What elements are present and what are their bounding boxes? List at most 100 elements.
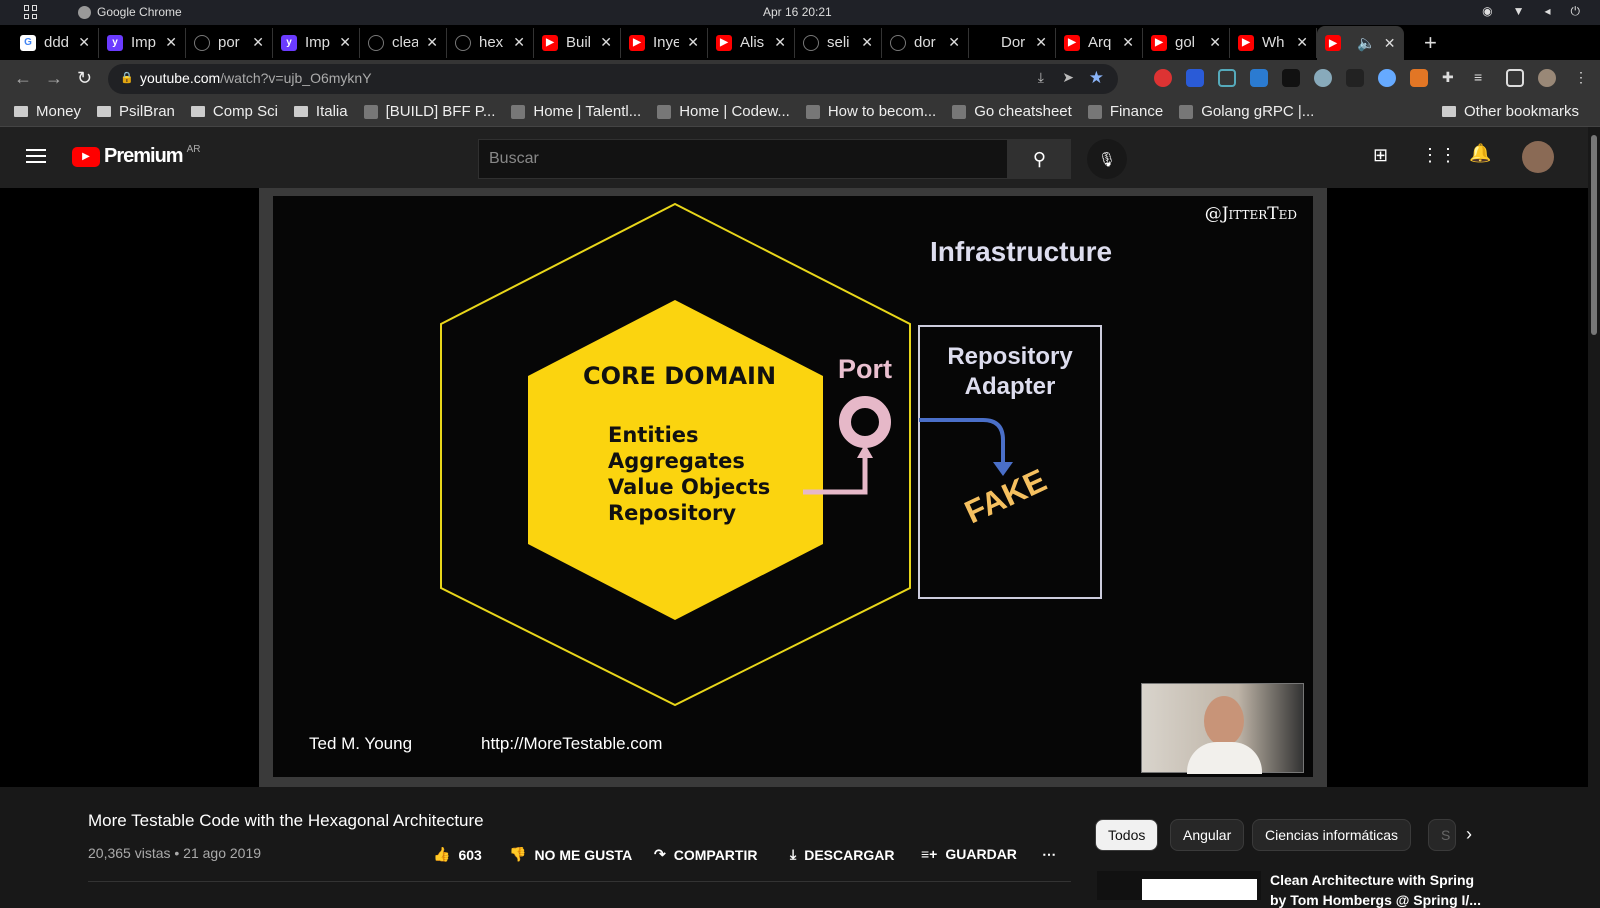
bookmark[interactable]: Golang gRPC |... <box>1179 103 1314 120</box>
menu-kebab-icon[interactable]: ⋮ <box>1574 69 1592 87</box>
like-button[interactable]: 👍 603 <box>433 846 482 863</box>
close-tab-icon[interactable]: ✕ <box>948 34 960 51</box>
browser-tab[interactable]: por ✕ <box>186 27 273 58</box>
browser-tab[interactable]: hex ✕ <box>447 27 534 58</box>
recommended-thumbnail[interactable] <box>1097 871 1261 900</box>
bookmark[interactable]: Go cheatsheet <box>952 103 1072 120</box>
browser-tab[interactable]: Dor ✕ <box>969 27 1056 58</box>
bookmark[interactable]: Comp Sci <box>190 103 278 120</box>
send-icon[interactable]: ➤ <box>1062 69 1074 86</box>
bookmark[interactable]: PsilBran <box>97 103 175 120</box>
more-actions-button[interactable]: ⋯ <box>1042 846 1056 863</box>
bookmark[interactable]: How to becom... <box>805 103 936 120</box>
other-bookmarks[interactable]: Other bookmarks <box>1442 103 1579 120</box>
adblock-extension-icon[interactable] <box>1154 69 1172 87</box>
tab-title: ddd <box>44 34 70 51</box>
new-tab-button[interactable]: + <box>1424 30 1437 56</box>
forward-icon[interactable]: → <box>45 68 63 89</box>
chip-partial[interactable]: S <box>1428 819 1456 851</box>
voice-search-button[interactable]: 🎙 <box>1087 139 1127 179</box>
page-scrollbar[interactable] <box>1588 127 1600 900</box>
share-button[interactable]: ↷ COMPARTIR <box>654 846 757 863</box>
close-tab-icon[interactable]: ✕ <box>426 34 438 51</box>
speaker-icon[interactable]: 🔈 <box>1357 34 1376 52</box>
browser-tab[interactable]: seli ✕ <box>795 27 882 58</box>
bookmark[interactable]: Finance <box>1087 103 1163 120</box>
extensions-puzzle-icon[interactable]: ✚ <box>1442 69 1460 87</box>
close-tab-icon[interactable]: ✕ <box>1209 34 1221 51</box>
bookmark-star-icon[interactable]: ★ <box>1089 68 1104 88</box>
system-tray[interactable]: ◉ ▼ ◂ ⏻ <box>1482 4 1580 19</box>
bookmark[interactable]: [BUILD] BFF P... <box>363 103 495 120</box>
site-favicon-icon <box>1087 104 1102 119</box>
bookmark[interactable]: Money <box>14 103 81 120</box>
close-tab-icon[interactable]: ✕ <box>687 34 699 51</box>
chip-computer-science[interactable]: Ciencias informáticas <box>1252 819 1412 851</box>
clock[interactable]: Apr 16 20:21 <box>763 5 832 19</box>
metamask-extension-icon[interactable] <box>1410 69 1428 87</box>
folder-icon <box>97 106 112 117</box>
browser-tab[interactable]: ▶ Alis ✕ <box>708 27 795 58</box>
browser-tab[interactable]: clea ✕ <box>360 27 447 58</box>
close-tab-icon[interactable]: ✕ <box>861 34 873 51</box>
close-tab-icon[interactable]: ✕ <box>1035 34 1047 51</box>
side-panel-icon[interactable] <box>1506 69 1524 87</box>
chips-next-icon[interactable]: › <box>1466 824 1472 845</box>
chip-angular[interactable]: Angular <box>1170 819 1245 851</box>
search-input[interactable]: Buscar <box>478 139 1008 179</box>
media-icon[interactable]: ≡ <box>1474 69 1492 87</box>
browser-tab[interactable]: ▶ Inye ✕ <box>621 27 708 58</box>
browser-tab[interactable]: y Imp ✕ <box>99 27 186 58</box>
create-video-icon[interactable]: ⊞ <box>1373 145 1388 166</box>
browser-tab[interactable]: ▶ Buil ✕ <box>534 27 621 58</box>
tab-title: clea <box>392 34 419 51</box>
browser-tab[interactable]: ▶ Wh ✕ <box>1230 27 1317 58</box>
footprint-extension-icon[interactable] <box>1282 69 1300 87</box>
download-button[interactable]: ⤓ DESCARGAR <box>790 846 894 863</box>
item-entities: Entities <box>608 423 699 447</box>
browser-tab[interactable]: ▶ 🔈 ✕ <box>1317 26 1404 60</box>
apps-icon[interactable]: ⋮⋮ <box>1421 145 1457 166</box>
close-tab-icon[interactable]: ✕ <box>1122 34 1134 51</box>
recommended-subtitle[interactable]: by Tom Hombergs @ Spring I/... <box>1270 892 1481 908</box>
chip-todos[interactable]: Todos <box>1095 819 1159 851</box>
layers-extension-icon[interactable] <box>1218 69 1236 87</box>
browser-tab[interactable]: y Imp ✕ <box>273 27 360 58</box>
dislike-button[interactable]: 👎 NO ME GUSTA <box>509 846 632 863</box>
bookmark[interactable]: Italia <box>293 103 348 120</box>
save-button[interactable]: ≡+ GUARDAR <box>921 846 1017 862</box>
video-player[interactable]: @JitterTed Infrastructure CORE DOMAIN En… <box>0 188 1588 787</box>
o-extension-icon[interactable] <box>1314 69 1332 87</box>
close-tab-icon[interactable]: ✕ <box>252 34 264 51</box>
s-extension-icon[interactable] <box>1250 69 1268 87</box>
close-tab-icon[interactable]: ✕ <box>165 34 177 51</box>
reload-icon[interactable]: ↻ <box>77 68 92 89</box>
close-tab-icon[interactable]: ✕ <box>1296 34 1308 51</box>
close-tab-icon[interactable]: ✕ <box>339 34 351 51</box>
apps-grid-icon[interactable] <box>24 5 38 19</box>
search-button[interactable]: ⚲ <box>1008 139 1071 179</box>
account-avatar[interactable] <box>1522 141 1554 173</box>
recommended-title[interactable]: Clean Architecture with Spring <box>1270 872 1474 888</box>
close-tab-icon[interactable]: ✕ <box>513 34 525 51</box>
youtube-logo[interactable]: ▶ Premium AR <box>72 144 201 168</box>
browser-tab[interactable]: Gddd ✕ <box>12 27 99 58</box>
bitwarden-extension-icon[interactable] <box>1186 69 1204 87</box>
address-bar[interactable]: 🔒 youtube.com/watch?v=ujb_O6myknY ★ ➤ ⤓ <box>108 64 1118 94</box>
bookmark[interactable]: Home | Codew... <box>657 103 790 120</box>
profile-avatar[interactable] <box>1538 69 1556 87</box>
bookmark[interactable]: Home | Talentl... <box>511 103 641 120</box>
browser-tab[interactable]: ▶ Arq ✕ <box>1056 27 1143 58</box>
grid-extension-icon[interactable] <box>1346 69 1364 87</box>
back-icon[interactable]: ← <box>14 68 32 89</box>
install-icon[interactable]: ⤓ <box>1038 69 1044 86</box>
close-tab-icon[interactable]: ✕ <box>1384 35 1396 52</box>
close-tab-icon[interactable]: ✕ <box>600 34 612 51</box>
browser-tab[interactable]: ▶ gol ✕ <box>1143 27 1230 58</box>
close-tab-icon[interactable]: ✕ <box>774 34 786 51</box>
v-extension-icon[interactable] <box>1378 69 1396 87</box>
close-tab-icon[interactable]: ✕ <box>78 34 90 51</box>
hamburger-menu-icon[interactable] <box>26 149 46 163</box>
notifications-bell-icon[interactable]: 🔔 <box>1469 143 1491 164</box>
browser-tab[interactable]: dor ✕ <box>882 27 969 58</box>
